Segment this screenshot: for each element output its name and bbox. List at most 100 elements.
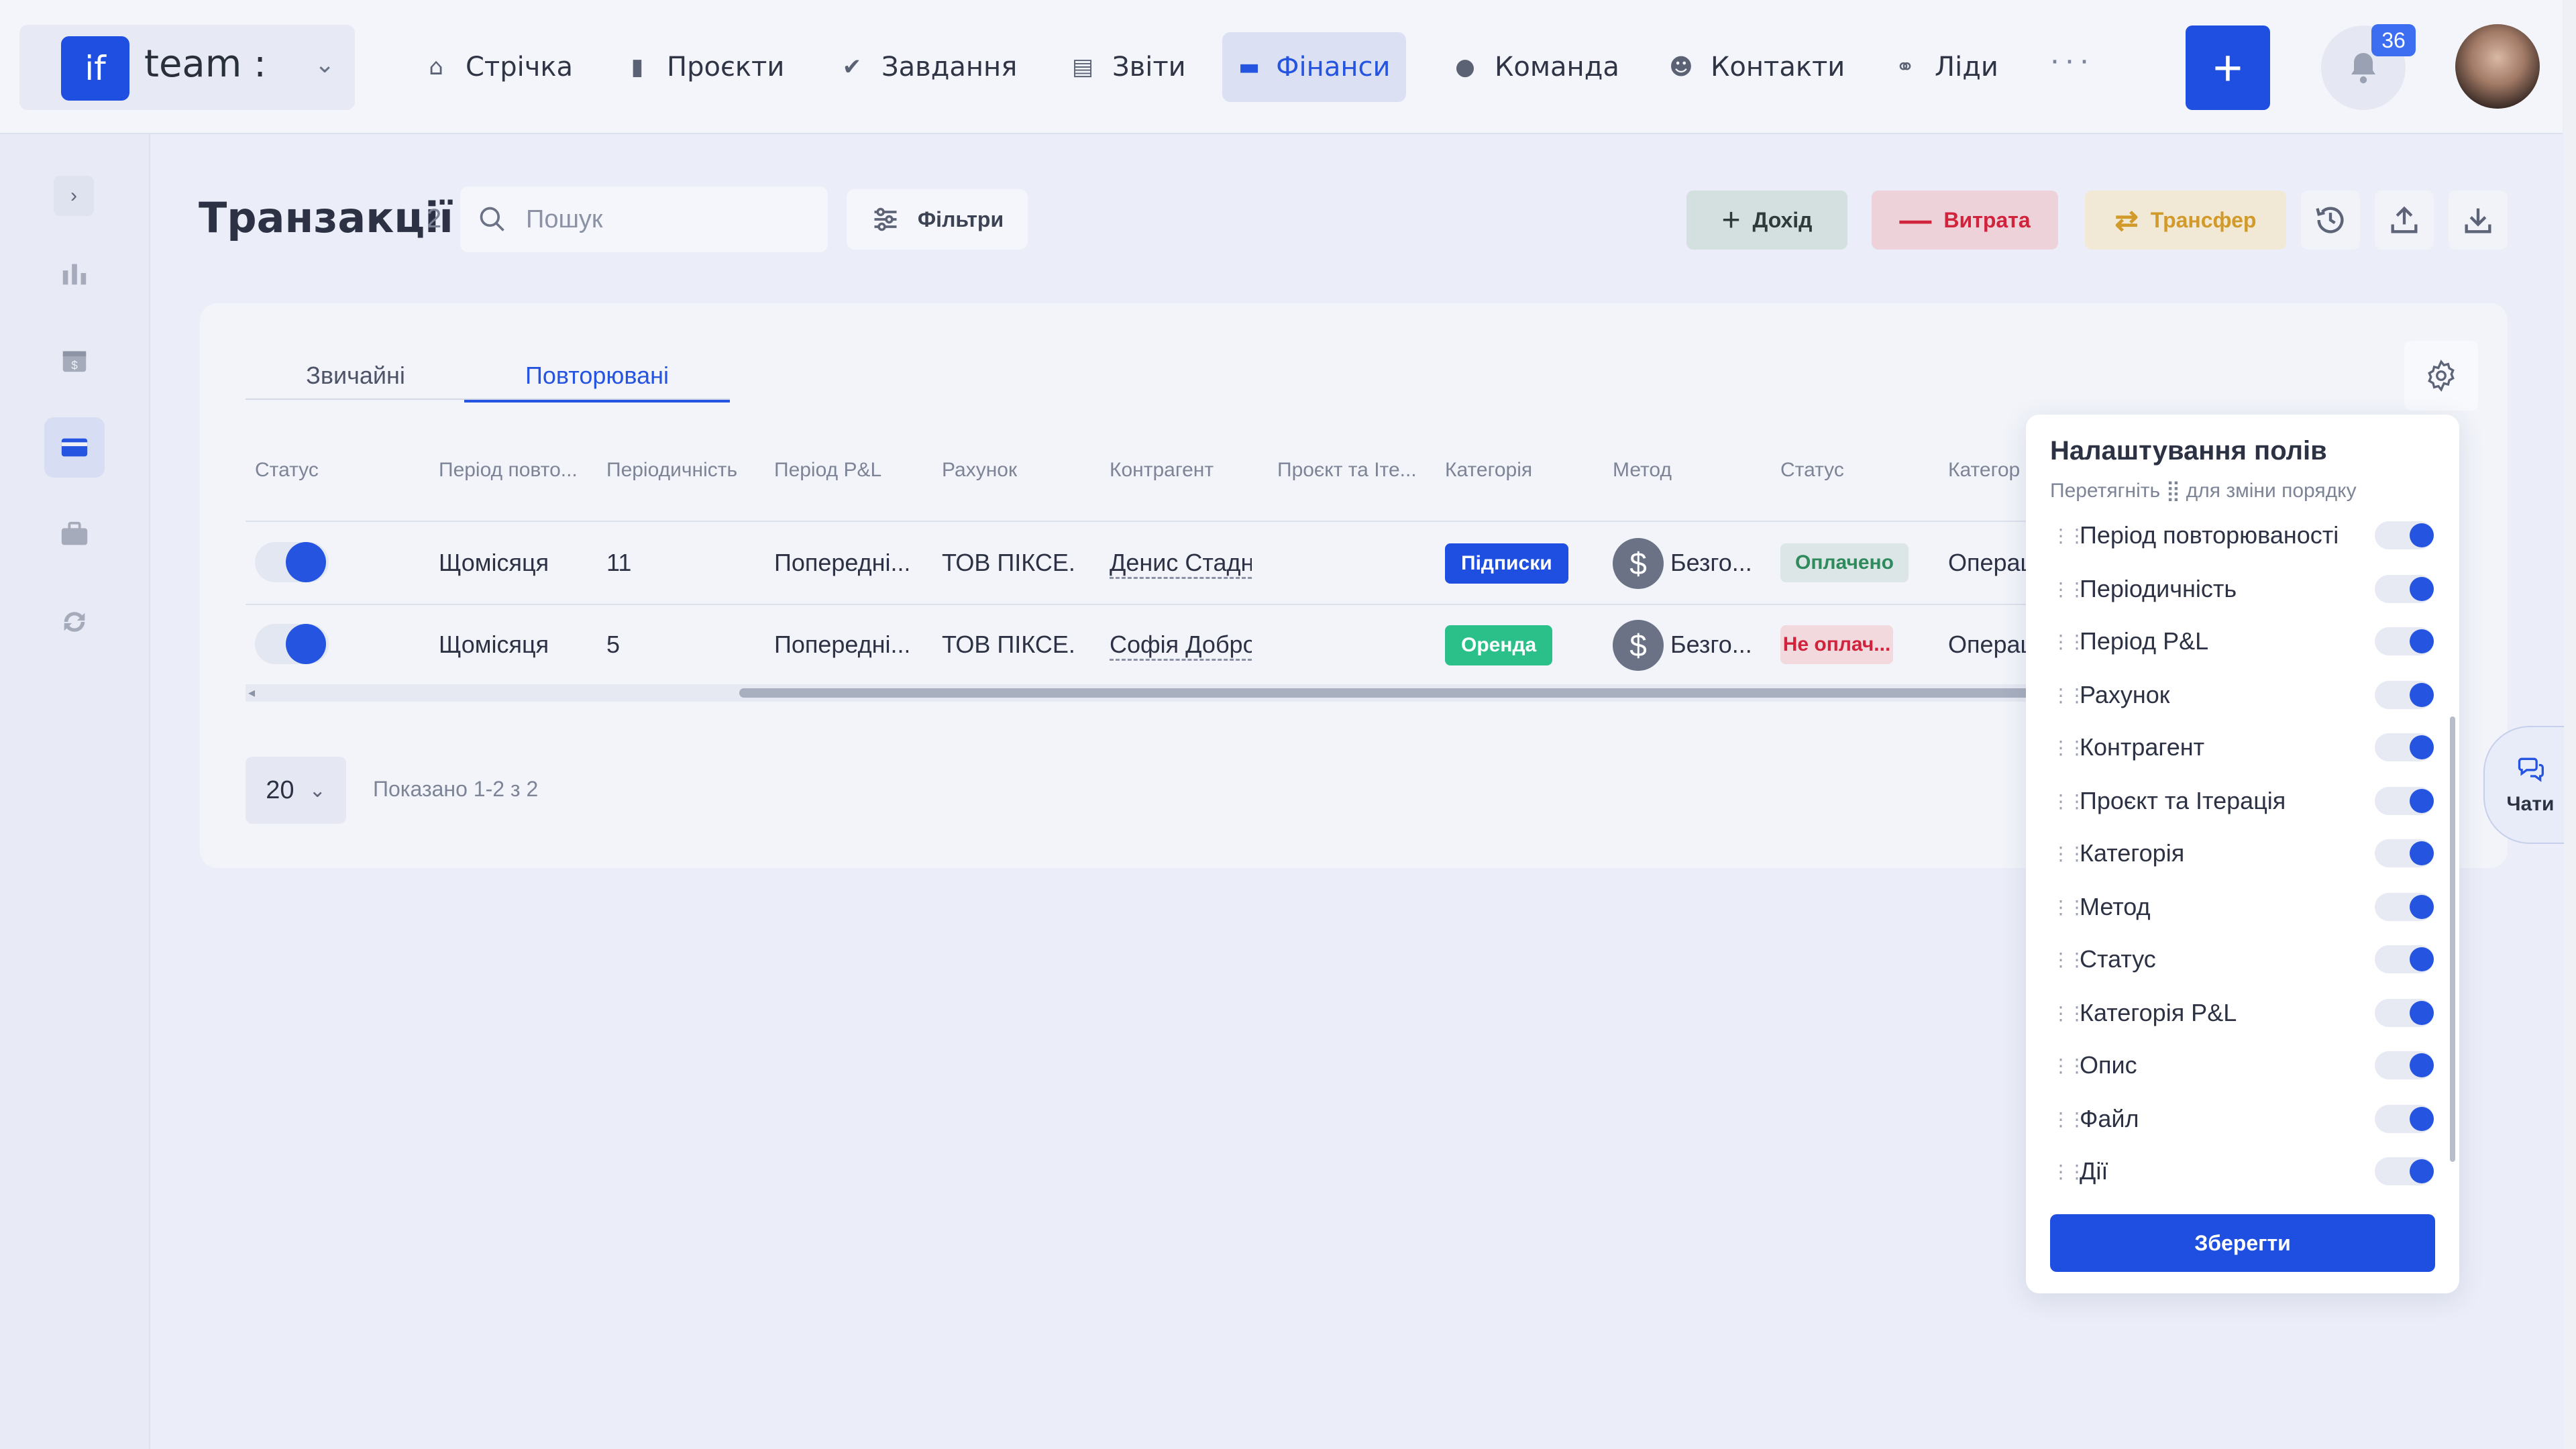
field-visibility-toggle[interactable] [2375,733,2434,761]
transfer-icon: ⇄ [2114,204,2139,236]
field-visibility-toggle[interactable] [2375,999,2434,1027]
expense-label: Витрата [1943,207,2031,232]
column-header-account[interactable]: Рахунок [942,459,1084,482]
field-visibility-toggle[interactable] [2375,893,2434,921]
counterparty-link[interactable]: Софія Добро [1110,631,1252,661]
column-header-project[interactable]: Проєкт та Іте... [1277,459,1419,482]
field-item[interactable]: ⋮⋮ Категорія [2051,833,2434,873]
popup-scrollbar[interactable] [2449,522,2457,1179]
field-item[interactable]: ⋮⋮ Контрагент [2051,727,2434,767]
import-button[interactable] [2449,191,2508,250]
row-active-toggle[interactable] [255,624,329,664]
field-item[interactable]: ⋮⋮ Період P&L [2051,621,2434,661]
field-item[interactable]: ⋮⋮ Метод [2051,887,2434,927]
field-visibility-toggle[interactable] [2375,575,2434,603]
field-item[interactable]: ⋮⋮ Дії [2051,1151,2434,1191]
field-label: Файл [2080,1105,2139,1132]
add-transfer-button[interactable]: ⇄ Трансфер [2085,191,2286,250]
scroll-left-arrow-icon[interactable]: ◂ [248,684,255,701]
drag-handle-icon[interactable]: ⋮⋮ [2051,578,2086,600]
field-visibility-toggle[interactable] [2375,839,2434,867]
workspace-switcher[interactable]: if team : ⌄ [19,25,355,110]
per-page-select[interactable]: 20 ⌄ [246,757,346,824]
method-cell: Безго... [1670,631,1752,658]
column-header-method[interactable]: Метод [1613,459,1755,482]
svg-text:$: $ [71,358,78,372]
drag-handle-icon[interactable]: ⋮⋮ [2051,737,2086,759]
drag-handle-icon[interactable]: ⋮⋮ [2051,790,2086,812]
field-item[interactable]: ⋮⋮ Період повторюваності [2051,515,2434,555]
chat-button[interactable]: Чати [2483,726,2576,844]
field-visibility-toggle[interactable] [2375,1051,2434,1079]
field-item[interactable]: ⋮⋮ Періодичність [2051,569,2434,609]
page-scrollbar[interactable] [2564,0,2576,1449]
field-item[interactable]: ⋮⋮ Статус [2051,939,2434,979]
nav-item-reports[interactable]: ▤ Звіти [1053,32,1202,102]
column-header-status-2[interactable]: Статус [1780,459,1923,482]
history-button[interactable] [2301,191,2360,250]
column-header-counterparty[interactable]: Контрагент [1110,459,1252,482]
tab-regular[interactable]: Звичайні [247,352,464,400]
sidebar-item-recurring[interactable] [44,592,105,652]
nav-label: Звіти [1112,52,1186,83]
nav-item-finance[interactable]: ▬ Фінанси [1222,32,1406,102]
drag-handle-icon[interactable]: ⋮⋮ [2051,525,2086,547]
create-button[interactable]: + [2186,25,2270,110]
drag-handle-icon[interactable]: ⋮⋮ [2051,1055,2086,1077]
field-item[interactable]: ⋮⋮ Опис [2051,1045,2434,1085]
calendar-dollar-icon: $ [62,351,87,372]
filters-button[interactable]: Фільтри [847,189,1028,250]
search-input[interactable] [525,204,796,235]
nav-item-feed[interactable]: ⌂ Стрічка [407,32,589,102]
column-header-status[interactable]: Статус [255,459,416,482]
field-item[interactable]: ⋮⋮ Проєкт та Ітерація [2051,781,2434,821]
drag-handle-icon[interactable]: ⋮⋮ [2051,1161,2086,1183]
tab-recurring[interactable]: Повторювані [464,352,730,402]
field-visibility-toggle[interactable] [2375,1105,2434,1133]
field-item[interactable]: ⋮⋮ Файл [2051,1099,2434,1139]
drag-handle-icon[interactable]: ⋮⋮ [2051,1002,2086,1024]
more-icon[interactable]: ··· [2049,42,2094,78]
drag-handle-icon[interactable]: ⋮⋮ [2051,631,2086,653]
drag-handle-icon[interactable]: ⋮⋮ [2051,843,2086,865]
field-item[interactable]: ⋮⋮ Рахунок [2051,675,2434,715]
nav-item-projects[interactable]: ▮ Проєкти [608,32,800,102]
field-visibility-toggle[interactable] [2375,681,2434,709]
drag-handle-icon[interactable]: ⋮⋮ [2051,896,2086,918]
column-header-category[interactable]: Категорія [1445,459,1587,482]
field-settings-button[interactable] [2404,341,2478,411]
avatar[interactable] [2455,24,2540,109]
counterparty-link[interactable]: Денис Стадн [1110,549,1252,579]
drag-handle-icon[interactable]: ⋮⋮ [2051,684,2086,706]
field-visibility-toggle[interactable] [2375,945,2434,973]
row-active-toggle[interactable] [255,542,329,582]
sidebar-item-analytics[interactable] [44,243,105,303]
horizontal-scrollbar[interactable]: ◂ [246,684,2030,702]
field-visibility-toggle[interactable] [2375,521,2434,549]
field-visibility-toggle[interactable] [2375,627,2434,655]
sidebar-item-calendar[interactable]: $ [44,330,105,390]
add-income-button[interactable]: + Дохід [1686,191,1847,250]
nav-item-tasks[interactable]: ✔ Завдання [822,32,1033,102]
column-header-frequency[interactable]: Періодичність [606,459,750,482]
save-button[interactable]: Зберегти [2050,1214,2435,1272]
export-button[interactable] [2375,191,2434,250]
column-header-pl-period[interactable]: Період P&L [774,459,916,482]
sidebar-item-transactions[interactable] [44,417,105,478]
scrollbar-thumb[interactable] [2450,716,2455,1162]
nav-label: Стрічка [466,52,574,83]
add-expense-button[interactable]: — Витрата [1872,191,2058,250]
scrollbar-thumb[interactable] [739,688,2030,698]
field-item[interactable]: ⋮⋮ Категорія P&L [2051,993,2434,1033]
column-header-repeat-period[interactable]: Період повто... [439,459,581,482]
nav-item-leads[interactable]: ⚭ Ліди [1876,32,2015,102]
field-visibility-toggle[interactable] [2375,787,2434,815]
drag-handle-icon[interactable]: ⋮⋮ [2051,949,2086,971]
sidebar-item-briefcase[interactable] [44,504,105,565]
column-header-pl-category[interactable]: Категор [1948,459,2029,482]
drag-handle-icon[interactable]: ⋮⋮ [2051,1108,2086,1130]
sidebar-expand-button[interactable]: › [54,176,94,216]
nav-item-team[interactable]: ● Команда [1436,32,1635,102]
field-visibility-toggle[interactable] [2375,1157,2434,1185]
nav-item-contacts[interactable]: ☻ Контакти [1652,32,1861,102]
